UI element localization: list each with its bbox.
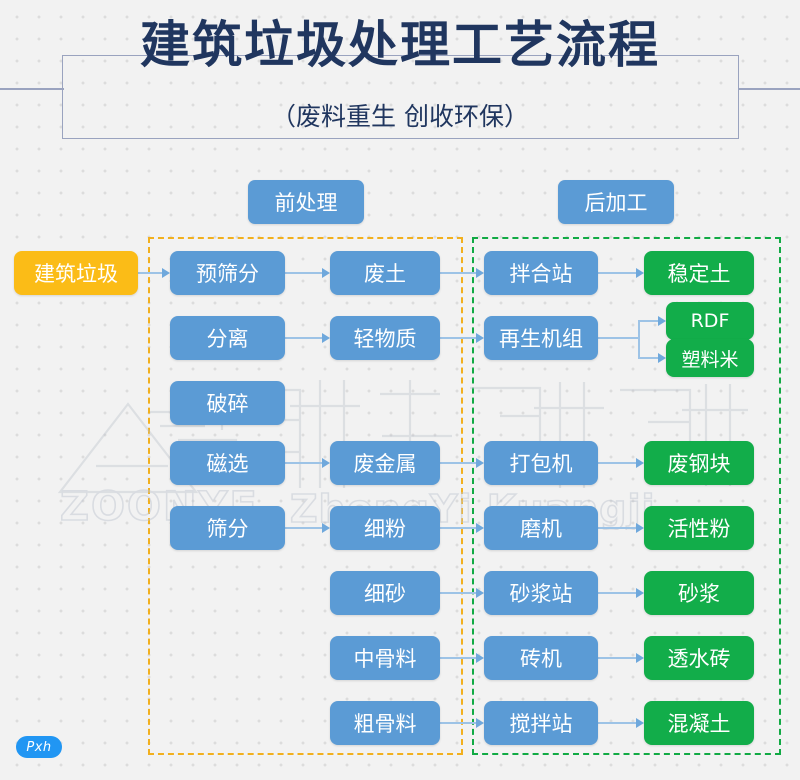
node-sieving: 筛分 <box>170 506 285 550</box>
conn-mortarstation-to-mortar-line <box>598 592 636 594</box>
conn-finesand-to-mortarstation-line <box>440 592 476 594</box>
node-mortar-station: 砂浆站 <box>484 571 598 615</box>
conn-brickmachine-to-permeablebrick-line <box>598 657 636 659</box>
conn-brickmachine-to-permeablebrick-head <box>636 653 644 663</box>
conn-stirringstation-to-concrete-head <box>636 718 644 728</box>
conn-prescreen-to-wastesoil-line <box>285 272 322 274</box>
node-brick-machine: 砖机 <box>484 636 598 680</box>
node-plastic-pellets: 塑料米 <box>666 339 754 377</box>
conn-mediumagg-to-brickmachine-head <box>476 653 484 663</box>
conn-coarseagg-to-stirringstation-line <box>440 722 476 724</box>
node-pre-screening: 预筛分 <box>170 251 285 295</box>
conn-separation-to-lightmaterial-head <box>322 333 330 343</box>
node-permeable-brick: 透水砖 <box>644 636 754 680</box>
conn-regenunit-stem <box>598 337 638 339</box>
conn-wastesoil-to-mixingstation-head <box>476 268 484 278</box>
conn-baler-to-scrapsteel-head <box>636 458 644 468</box>
conn-sieving-to-finepowder-head <box>322 523 330 533</box>
node-rdf: RDF <box>666 302 754 340</box>
node-stabilized-soil: 稳定土 <box>644 251 754 295</box>
conn-wastesoil-to-mixingstation-line <box>440 272 476 274</box>
node-coarse-aggregate: 粗骨料 <box>330 701 440 745</box>
node-fine-powder: 细粉 <box>330 506 440 550</box>
conn-baler-to-scrapsteel-line <box>598 462 636 464</box>
conn-regenunit-to-rdf-line <box>638 320 658 322</box>
page-header: 建筑垃圾处理工艺流程 （废料重生 创收环保） <box>0 0 800 160</box>
page-subtitle: （废料重生 创收环保） <box>271 102 529 131</box>
conn-lightmaterial-to-regenunit-line <box>440 337 476 339</box>
conn-source-to-prescreen-line <box>138 272 162 274</box>
conn-finesand-to-mortarstation-head <box>476 588 484 598</box>
node-fine-sand: 细砂 <box>330 571 440 615</box>
node-grinder: 磨机 <box>484 506 598 550</box>
conn-sieving-to-finepowder-line <box>285 527 322 529</box>
conn-mixingstation-to-stabilizedsoil-head <box>636 268 644 278</box>
node-light-material: 轻物质 <box>330 316 440 360</box>
conn-mortarstation-to-mortar-head <box>636 588 644 598</box>
node-regeneration-unit: 再生机组 <box>484 316 598 360</box>
page-title: 建筑垃圾处理工艺流程 <box>140 16 660 74</box>
node-waste-soil: 废土 <box>330 251 440 295</box>
node-active-powder: 活性粉 <box>644 506 754 550</box>
conn-coarseagg-to-stirringstation-head <box>476 718 484 728</box>
node-stirring-station: 搅拌站 <box>484 701 598 745</box>
conn-scrapmetal-to-baler-head <box>476 458 484 468</box>
conn-separation-to-lightmaterial-line <box>285 337 322 339</box>
node-crushing: 破碎 <box>170 381 285 425</box>
node-source-construction-waste: 建筑垃圾 <box>14 251 138 295</box>
conn-magnetic-to-scrapmetal-head <box>322 458 330 468</box>
conn-regenunit-to-plastic-line <box>638 357 658 359</box>
conn-regenunit-bus <box>638 321 640 358</box>
node-mortar: 砂浆 <box>644 571 754 615</box>
conn-regenunit-to-plastic-head <box>658 353 666 363</box>
node-medium-aggregate: 中骨料 <box>330 636 440 680</box>
node-concrete: 混凝土 <box>644 701 754 745</box>
conn-scrapmetal-to-baler-line <box>440 462 476 464</box>
conn-grinder-to-activepowder-line <box>598 527 636 529</box>
zone-header-postprocessing: 后加工 <box>558 180 674 224</box>
conn-lightmaterial-to-regenunit-head <box>476 333 484 343</box>
conn-prescreen-to-wastesoil-head <box>322 268 330 278</box>
conn-finepowder-to-grinder-head <box>476 523 484 533</box>
node-mixing-station: 拌合站 <box>484 251 598 295</box>
conn-mediumagg-to-brickmachine-line <box>440 657 476 659</box>
node-scrap-metal: 废金属 <box>330 441 440 485</box>
conn-mixingstation-to-stabilizedsoil-line <box>598 272 636 274</box>
node-scrap-steel-block: 废钢块 <box>644 441 754 485</box>
title-rule-right <box>738 88 800 90</box>
conn-source-to-prescreen-head <box>162 268 170 278</box>
title-rule-left <box>0 88 64 90</box>
conn-grinder-to-activepowder-head <box>636 523 644 533</box>
node-baler: 打包机 <box>484 441 598 485</box>
node-separation: 分离 <box>170 316 285 360</box>
conn-finepowder-to-grinder-line <box>440 527 476 529</box>
zone-header-pretreatment: 前处理 <box>248 180 364 224</box>
pxh-badge: Pxh <box>16 736 62 758</box>
conn-regenunit-to-rdf-head <box>658 316 666 326</box>
conn-stirringstation-to-concrete-line <box>598 722 636 724</box>
conn-magnetic-to-scrapmetal-line <box>285 462 322 464</box>
node-magnetic-separation: 磁选 <box>170 441 285 485</box>
